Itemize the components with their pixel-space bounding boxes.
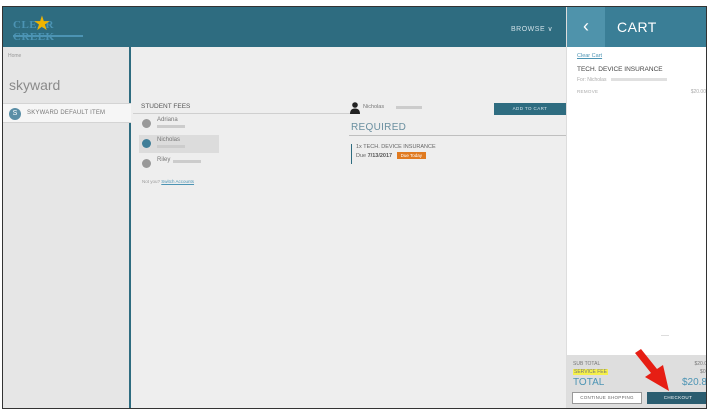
- cart-header: ‹ CART: [567, 7, 706, 47]
- redacted-text: [396, 106, 422, 109]
- student-name: Adriana: [157, 117, 178, 123]
- student-fees-divider: [133, 113, 358, 114]
- app-title: skyward: [9, 77, 61, 93]
- star-icon: ★: [33, 13, 51, 35]
- annotation-arrow-icon: [635, 349, 669, 391]
- app-window: CLEAR CREEK ★ BROWSE ∨ Home skyward S SK…: [2, 6, 707, 409]
- user-name: Nicholas: [363, 104, 385, 110]
- fee-due-line: Due 7/13/2017 Due Today: [356, 152, 436, 159]
- required-heading: REQUIRED: [351, 122, 407, 133]
- left-sidebar: Home skyward S SKYWARD DEFAULT ITEM: [3, 47, 131, 408]
- redacted-text: [157, 145, 185, 148]
- student-name: Riley: [157, 157, 171, 163]
- user-icon: [350, 102, 360, 114]
- sidebar-item-skyward-default[interactable]: S SKYWARD DEFAULT ITEM: [3, 103, 131, 123]
- sidebar-item-label: SKYWARD DEFAULT ITEM: [27, 110, 106, 116]
- student-avatar-icon: [142, 139, 151, 148]
- skyward-item-icon: S: [9, 108, 21, 120]
- fee-item[interactable]: 1x TECH. DEVICE INSURANCE Due 7/13/2017 …: [351, 144, 436, 164]
- student-name: Nicholas: [157, 137, 181, 143]
- total-value: $20.8: [681, 377, 707, 388]
- due-today-badge: Due Today: [396, 152, 427, 159]
- cart-item-price: $20.00: [690, 89, 706, 95]
- subtotal-label: SUB TOTAL: [573, 361, 601, 367]
- student-item-riley[interactable]: Riley: [139, 155, 219, 173]
- redacted-text: [173, 160, 201, 163]
- breadcrumb-home[interactable]: Home: [8, 53, 21, 59]
- logo-underline: [13, 35, 83, 37]
- district-logo[interactable]: CLEAR CREEK ★: [13, 13, 83, 43]
- browse-menu[interactable]: BROWSE ∨: [511, 25, 553, 33]
- service-fee-value: $0.: [700, 369, 707, 375]
- cart-item-name: TECH. DEVICE INSURANCE: [577, 66, 663, 73]
- required-divider: [349, 135, 567, 136]
- student-avatar-icon: [142, 119, 151, 128]
- fee-due-label: Due: [356, 153, 367, 159]
- fee-name: 1x TECH. DEVICE INSURANCE: [356, 144, 436, 150]
- cart-divider: [661, 335, 669, 336]
- service-fee-label: SERVICE FEE: [573, 369, 608, 375]
- not-you-prompt: Not you? Switch Accounts: [142, 179, 194, 184]
- student-item-adriana[interactable]: Adriana: [139, 115, 219, 133]
- redacted-text: [611, 78, 667, 81]
- redacted-text: [157, 125, 185, 128]
- not-you-text: Not you?: [142, 179, 161, 184]
- clear-cart-link[interactable]: Clear Cart: [577, 53, 602, 59]
- student-item-nicholas[interactable]: Nicholas: [139, 135, 219, 153]
- student-avatar-icon: [142, 159, 151, 168]
- back-chevron-icon[interactable]: ‹: [567, 7, 605, 47]
- cart-item-for: For: Nicholas: [577, 77, 607, 83]
- fee-due-date: 7/13/2017: [367, 153, 393, 159]
- switch-accounts-link[interactable]: Switch Accounts: [161, 179, 194, 184]
- remove-item-link[interactable]: REMOVE: [577, 89, 598, 94]
- total-label: TOTAL: [573, 377, 605, 388]
- student-fees-title: STUDENT FEES: [141, 103, 191, 110]
- add-to-cart-button[interactable]: ADD TO CART: [494, 103, 566, 115]
- cart-title: CART: [617, 19, 657, 35]
- subtotal-value: $20.0: [694, 361, 707, 367]
